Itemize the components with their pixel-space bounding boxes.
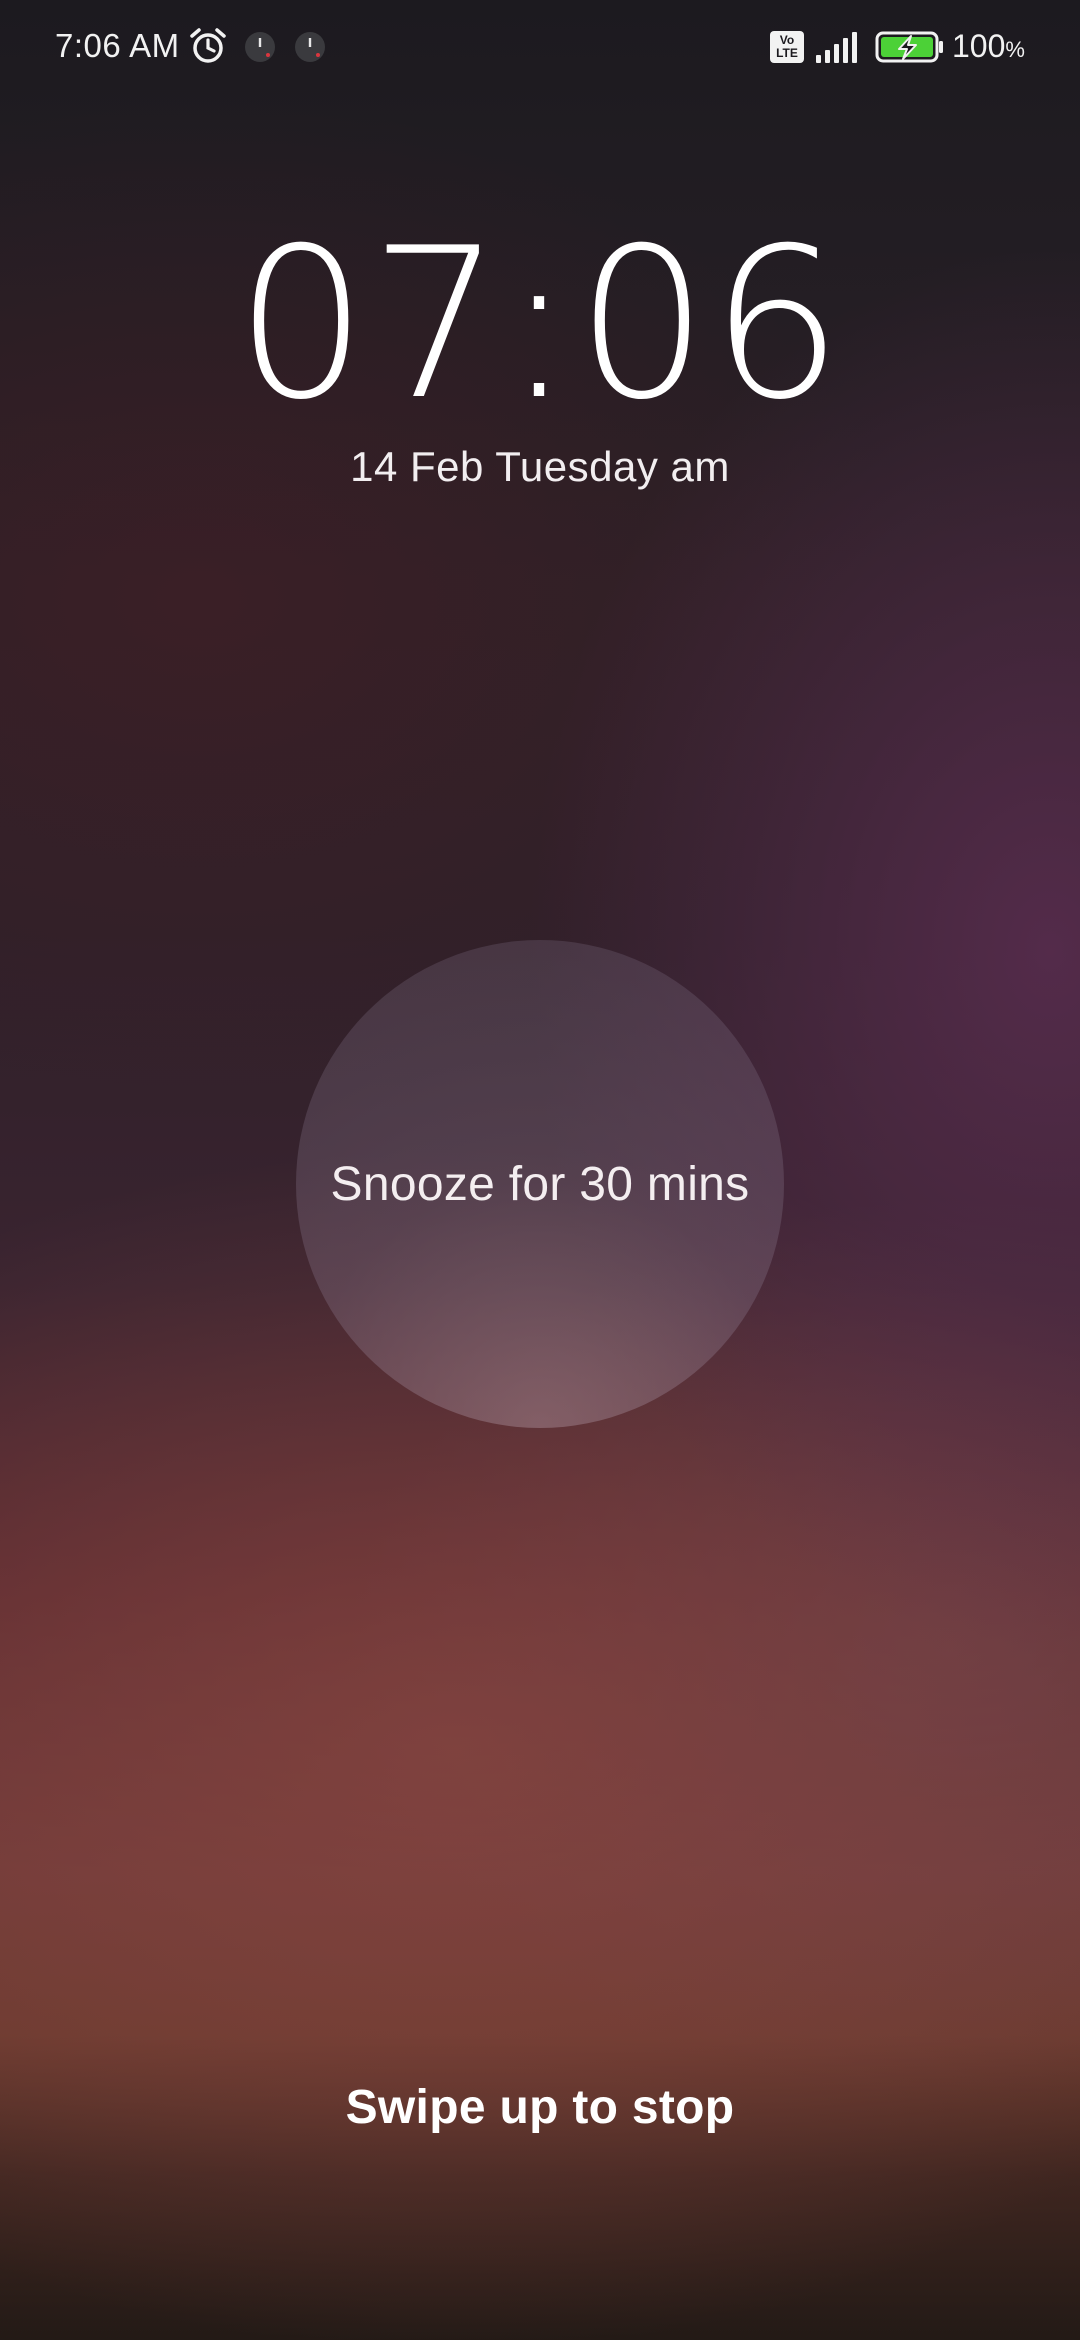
app-notification-icon bbox=[295, 32, 325, 62]
status-bar: 7:06 AM Vo LTE 100% bbox=[0, 0, 1080, 96]
clock-date: 14 Feb Tuesday am bbox=[350, 443, 730, 490]
volte-badge: Vo LTE bbox=[770, 31, 804, 63]
cellular-signal-icon bbox=[816, 32, 857, 63]
battery-percentage: 100% bbox=[952, 28, 1025, 64]
alarm-clock-icon bbox=[190, 28, 226, 63]
snooze-label: Snooze for 30 mins bbox=[330, 1157, 750, 1211]
clock-time: 07:06 bbox=[235, 204, 845, 446]
swipe-up-to-stop[interactable]: Swipe up to stop bbox=[0, 2080, 1080, 2135]
status-time: 7:06 AM bbox=[55, 27, 180, 64]
snooze-button[interactable]: Snooze for 30 mins bbox=[296, 940, 784, 1428]
app-notification-icon bbox=[245, 32, 275, 62]
alarm-screen: 7:06 AM Vo LTE 100% 07:06 14 Feb Tuesday… bbox=[0, 0, 1080, 2340]
battery-charging-icon bbox=[875, 31, 943, 63]
